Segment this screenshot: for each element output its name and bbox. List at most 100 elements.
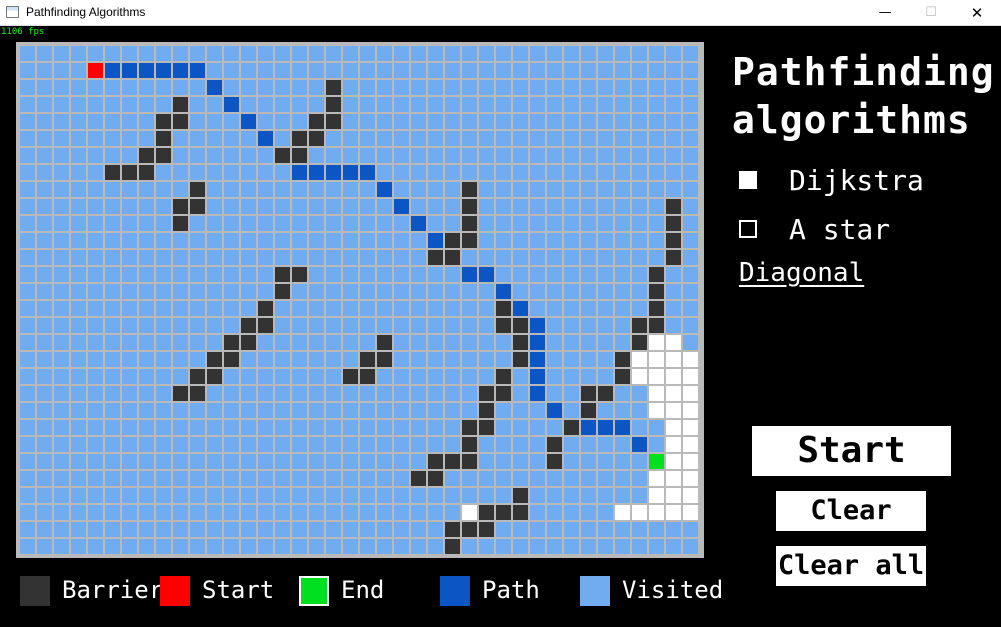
grid-cell-visited[interactable] — [428, 182, 443, 197]
grid-cell-visited[interactable] — [615, 165, 630, 180]
grid-cell-unvisited[interactable] — [666, 335, 681, 350]
grid-cell-visited[interactable] — [513, 131, 528, 146]
grid-cell-visited[interactable] — [173, 420, 188, 435]
grid-cell-visited[interactable] — [615, 471, 630, 486]
grid-cell-visited[interactable] — [156, 488, 171, 503]
grid-cell-visited[interactable] — [224, 454, 239, 469]
grid-cell-visited[interactable] — [275, 352, 290, 367]
grid-cell-visited[interactable] — [530, 216, 545, 231]
grid-cell-visited[interactable] — [547, 46, 562, 61]
maximize-button[interactable]: ☐ — [908, 0, 954, 26]
grid-cell-visited[interactable] — [496, 488, 511, 503]
grid-cell-visited[interactable] — [292, 386, 307, 401]
grid-cell-visited[interactable] — [445, 471, 460, 486]
grid-cell-visited[interactable] — [88, 284, 103, 299]
grid-cell-visited[interactable] — [292, 437, 307, 452]
grid-cell-visited[interactable] — [139, 335, 154, 350]
grid-cell-visited[interactable] — [377, 437, 392, 452]
grid-cell-visited[interactable] — [496, 437, 511, 452]
grid-cell-visited[interactable] — [343, 284, 358, 299]
grid-cell-barrier[interactable] — [326, 80, 341, 95]
grid-cell-visited[interactable] — [37, 403, 52, 418]
diagonal-toggle[interactable]: Diagonal — [739, 258, 864, 288]
grid-cell-visited[interactable] — [666, 114, 681, 129]
grid-cell-visited[interactable] — [343, 114, 358, 129]
grid-cell-visited[interactable] — [547, 352, 562, 367]
grid-cell-visited[interactable] — [139, 386, 154, 401]
grid-cell-path[interactable] — [547, 403, 562, 418]
grid-cell-visited[interactable] — [54, 420, 69, 435]
grid-cell-visited[interactable] — [377, 420, 392, 435]
grid-cell-visited[interactable] — [496, 250, 511, 265]
grid-cell-visited[interactable] — [20, 267, 35, 282]
grid-cell-visited[interactable] — [394, 522, 409, 537]
grid-cell-visited[interactable] — [683, 539, 698, 554]
grid-cell-visited[interactable] — [632, 522, 647, 537]
grid-cell-visited[interactable] — [462, 148, 477, 163]
grid-cell-visited[interactable] — [54, 97, 69, 112]
grid-cell-visited[interactable] — [190, 471, 205, 486]
grid-cell-visited[interactable] — [411, 97, 426, 112]
grid-cell-visited[interactable] — [479, 97, 494, 112]
grid-cell-barrier[interactable] — [360, 352, 375, 367]
grid-cell-visited[interactable] — [241, 148, 256, 163]
grid-cell-visited[interactable] — [598, 267, 613, 282]
grid-cell-visited[interactable] — [343, 80, 358, 95]
grid-cell-visited[interactable] — [71, 131, 86, 146]
grid-cell-barrier[interactable] — [173, 97, 188, 112]
grid-cell-visited[interactable] — [377, 454, 392, 469]
grid-cell-barrier[interactable] — [360, 369, 375, 384]
grid-cell-visited[interactable] — [207, 301, 222, 316]
grid-cell-visited[interactable] — [326, 437, 341, 452]
grid-cell-visited[interactable] — [581, 369, 596, 384]
grid-cell-visited[interactable] — [258, 420, 273, 435]
grid-cell-visited[interactable] — [37, 505, 52, 520]
grid-cell-visited[interactable] — [54, 63, 69, 78]
grid-cell-visited[interactable] — [462, 284, 477, 299]
grid-cell-visited[interactable] — [666, 97, 681, 112]
grid-cell-barrier[interactable] — [666, 216, 681, 231]
grid-cell-visited[interactable] — [156, 267, 171, 282]
grid-cell-unvisited[interactable] — [683, 403, 698, 418]
grid-cell-visited[interactable] — [428, 63, 443, 78]
grid-cell-visited[interactable] — [632, 454, 647, 469]
grid-cell-visited[interactable] — [190, 301, 205, 316]
grid-cell-visited[interactable] — [411, 369, 426, 384]
grid-cell-visited[interactable] — [122, 488, 137, 503]
grid-cell-barrier[interactable] — [462, 454, 477, 469]
grid-cell-barrier[interactable] — [649, 318, 664, 333]
grid-cell-visited[interactable] — [479, 335, 494, 350]
grid-cell-visited[interactable] — [615, 250, 630, 265]
grid-cell-visited[interactable] — [598, 233, 613, 248]
grid-cell-visited[interactable] — [105, 437, 120, 452]
grid-cell-visited[interactable] — [479, 233, 494, 248]
grid-cell-visited[interactable] — [530, 522, 545, 537]
grid-cell-path[interactable] — [343, 165, 358, 180]
grid-cell-visited[interactable] — [445, 182, 460, 197]
grid-cell-visited[interactable] — [632, 199, 647, 214]
grid-cell-unvisited[interactable] — [649, 386, 664, 401]
grid-cell-visited[interactable] — [445, 488, 460, 503]
grid-cell-visited[interactable] — [632, 182, 647, 197]
grid-cell-barrier[interactable] — [496, 386, 511, 401]
grid-cell-visited[interactable] — [632, 148, 647, 163]
grid-cell-visited[interactable] — [139, 301, 154, 316]
grid-cell-visited[interactable] — [564, 386, 579, 401]
grid-cell-visited[interactable] — [360, 63, 375, 78]
grid-cell-visited[interactable] — [615, 216, 630, 231]
grid-cell-visited[interactable] — [513, 471, 528, 486]
grid-cell-visited[interactable] — [326, 454, 341, 469]
grid-cell-visited[interactable] — [666, 182, 681, 197]
grid-cell-unvisited[interactable] — [649, 471, 664, 486]
grid-cell-visited[interactable] — [105, 505, 120, 520]
grid-cell-visited[interactable] — [581, 437, 596, 452]
grid-cell-visited[interactable] — [598, 250, 613, 265]
grid-cell-visited[interactable] — [479, 80, 494, 95]
grid-cell-visited[interactable] — [122, 284, 137, 299]
grid-cell-visited[interactable] — [411, 182, 426, 197]
grid-cell-visited[interactable] — [54, 488, 69, 503]
grid-cell-visited[interactable] — [275, 369, 290, 384]
grid-cell-visited[interactable] — [513, 420, 528, 435]
grid-cell-visited[interactable] — [377, 301, 392, 316]
grid-cell-visited[interactable] — [156, 216, 171, 231]
